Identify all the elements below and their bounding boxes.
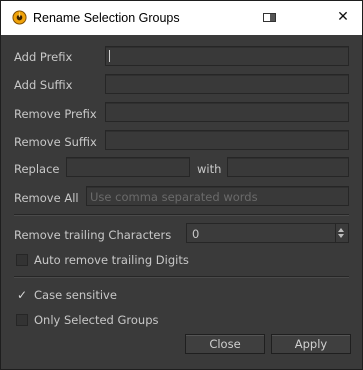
- add-suffix-input[interactable]: [105, 74, 349, 94]
- auto-remove-checkbox[interactable]: [16, 254, 28, 266]
- remove-all-placeholder: Use comma separated words: [90, 190, 258, 204]
- trailing-chars-spinbox[interactable]: 0: [186, 223, 349, 243]
- close-icon[interactable]: ✕: [333, 7, 353, 27]
- only-selected-checkbox[interactable]: [16, 314, 28, 326]
- window-title: Rename Selection Groups: [33, 11, 180, 25]
- close-button[interactable]: Close: [185, 334, 265, 354]
- remove-suffix-input[interactable]: [105, 130, 349, 150]
- case-sensitive-checkbox[interactable]: ✓: [16, 289, 28, 301]
- text-caret: [109, 50, 110, 62]
- apply-button[interactable]: Apply: [271, 334, 351, 354]
- remove-all-label: Remove All: [14, 191, 79, 205]
- replace-label: Replace: [14, 162, 60, 176]
- trailing-chars-value: 0: [192, 227, 200, 241]
- add-prefix-label: Add Prefix: [14, 50, 73, 64]
- trailing-chars-label: Remove trailing Characters: [14, 228, 172, 242]
- spin-down-icon[interactable]: [338, 234, 344, 238]
- case-sensitive-label: Case sensitive: [34, 288, 117, 302]
- add-suffix-label: Add Suffix: [14, 78, 73, 92]
- spin-buttons[interactable]: [335, 224, 348, 242]
- only-selected-label: Only Selected Groups: [34, 313, 159, 327]
- separator-1: [14, 214, 349, 216]
- remove-prefix-input[interactable]: [105, 102, 349, 122]
- spin-up-icon[interactable]: [338, 228, 344, 232]
- with-input[interactable]: [227, 157, 349, 177]
- replace-input[interactable]: [66, 157, 190, 177]
- with-label: with: [197, 162, 222, 176]
- remove-suffix-label: Remove Suffix: [14, 135, 97, 149]
- auto-remove-label: Auto remove trailing Digits: [34, 253, 189, 267]
- nuke-icon: [12, 10, 27, 25]
- float-window-icon[interactable]: [263, 13, 276, 22]
- remove-prefix-label: Remove Prefix: [14, 107, 97, 121]
- separator-2: [14, 276, 349, 278]
- remove-all-input[interactable]: Use comma separated words: [86, 186, 349, 206]
- add-prefix-input[interactable]: [105, 46, 349, 66]
- title-bar[interactable]: Rename Selection Groups ✕: [1, 1, 362, 35]
- rename-dialog: Rename Selection Groups ✕ Add Prefix Add…: [0, 0, 363, 370]
